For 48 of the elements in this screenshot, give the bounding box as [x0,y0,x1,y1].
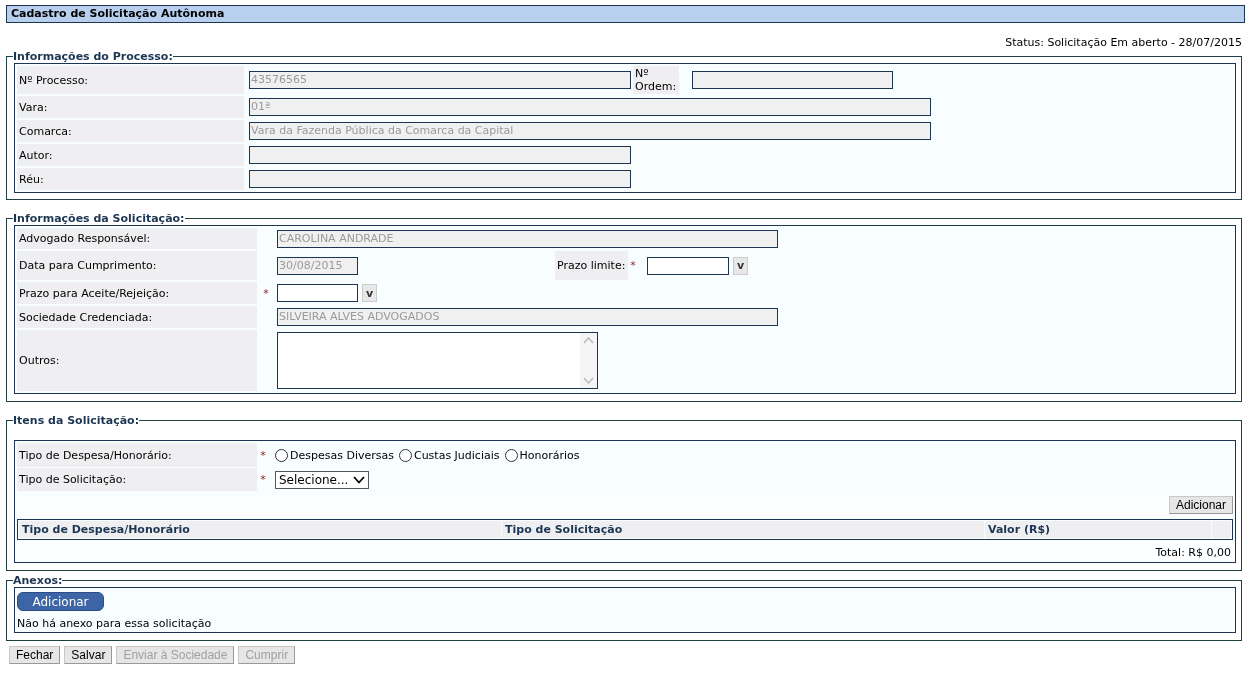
column-header: Tipo de Despesa/Honorário [19,521,501,538]
total-text: Total: R$ 0,00 [1155,546,1231,559]
action-button[interactable]: Fechar [9,646,61,664]
required-mark: * [263,286,269,300]
section-legend: Itens da Solicitação: [13,414,140,427]
section-legend: Informações do Processo: [13,50,173,63]
radio-option[interactable]: Custas Judiciais [398,448,500,462]
field-label: Autor: [17,144,244,166]
field-label: Prazo para Aceite/Rejeição: [17,282,257,304]
date-field[interactable] [647,256,729,275]
status-text: Status: Solicitação Em aberto - 28/07/2015 [1005,36,1242,50]
action-button[interactable]: Salvar [64,646,113,664]
chevron-down-icon [353,475,365,484]
column-header: Tipo de Solicitação [502,521,984,538]
required-mark: * [260,448,266,462]
date-picker-button[interactable]: v [362,284,378,302]
radio-button[interactable] [504,448,518,462]
field-label: Vara: [17,96,244,118]
field-label: Comarca: [17,120,244,142]
section-legend: Informações da Solicitação: [13,212,185,225]
column-header: Valor (R$) [985,521,1211,538]
dropdown-select[interactable]: Selecione... [275,470,369,489]
field-label: Prazo limite: [555,251,628,280]
header-filler [1212,521,1231,538]
field-label: Réu: [17,168,244,190]
field-label: Sociedade Credenciada: [17,306,257,328]
radio-button[interactable] [398,448,412,462]
radio-option[interactable]: Honorários [504,448,580,462]
field-label: Data para Cumprimento: [17,251,257,280]
field-label: Advogado Responsável: [17,228,257,249]
empty-message: Não há anexo para essa solicitação [17,617,213,630]
field-label: Nº Ordem: [633,66,679,94]
field-label: Outros: [17,330,257,391]
field-label: Nº Processo: [17,66,244,94]
date-picker-button[interactable]: v [733,256,749,275]
page-title: Cadastro de Solicitação Autônoma [6,5,1245,23]
required-mark: * [630,259,636,272]
add-attachment-button[interactable]: Adicionar [17,592,104,611]
field-label: Tipo de Despesa/Honorário: [17,443,257,467]
required-mark: * [260,473,266,486]
field-label: Tipo de Solicitação: [17,468,257,491]
scroll-bar[interactable] [580,333,597,388]
radio-option[interactable]: Despesas Diversas [275,448,394,462]
radio-button[interactable] [275,448,288,462]
text-area[interactable] [277,332,598,389]
date-field[interactable] [277,284,358,302]
add-button[interactable]: Adicionar [1168,496,1233,514]
section-legend: Anexos: [13,574,63,587]
